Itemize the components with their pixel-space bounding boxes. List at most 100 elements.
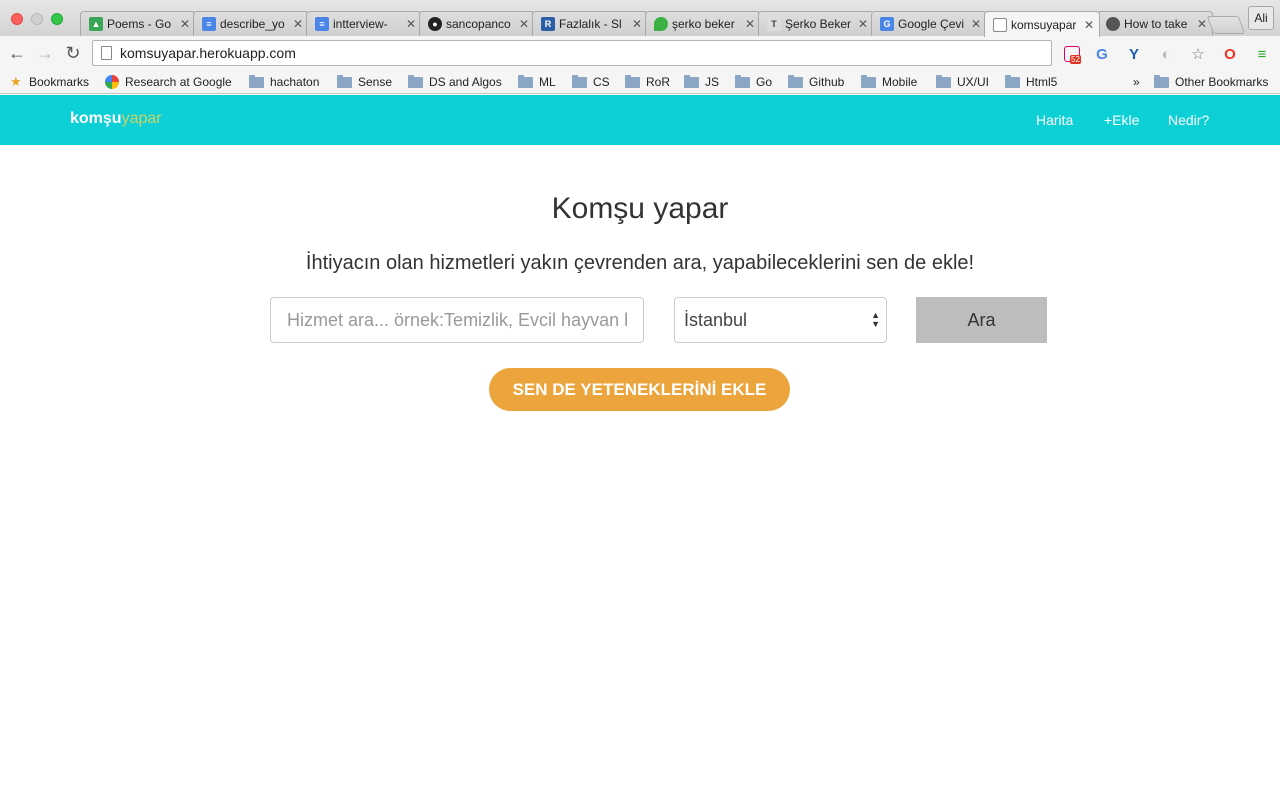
tab-title: şerko beker (672, 17, 735, 31)
bookmark-folder[interactable]: CS (572, 73, 610, 91)
google-docs-icon: ≡ (315, 17, 329, 31)
city-selected-value: İstanbul (684, 309, 748, 330)
google-docs-icon: ≡ (202, 17, 216, 31)
window-maximize-button[interactable] (51, 13, 63, 25)
browser-tab[interactable]: ● sancopanco ✕ (419, 11, 535, 36)
close-tab-icon[interactable]: ✕ (744, 17, 756, 31)
bookmarks-overflow-button[interactable]: » (1133, 73, 1140, 91)
folder-icon (735, 74, 750, 88)
bookmark-folder[interactable]: hachaton (249, 73, 319, 91)
nav-link-nedir[interactable]: Nedir? (1168, 112, 1209, 128)
window-minimize-button[interactable] (31, 13, 43, 25)
calendar-badge: 52 (1070, 55, 1081, 64)
tab-title: Poems - Go (107, 17, 172, 31)
bookmark-item[interactable]: ★ Bookmarks (10, 73, 89, 91)
bookmark-folder[interactable]: Go (735, 73, 772, 91)
select-arrows-icon: ▲ ▼ (871, 310, 880, 329)
nav-link-harita[interactable]: Harita (1036, 112, 1073, 128)
apple-icon (1106, 17, 1120, 31)
close-tab-icon[interactable]: ✕ (970, 17, 982, 31)
bookmark-folder[interactable]: UX/UI (936, 73, 989, 91)
site-navbar: komşuyapar Harita +Ekle Nedir? (0, 95, 1280, 145)
r-logo-icon: R (541, 17, 555, 31)
bookmark-folder[interactable]: RoR (625, 73, 670, 91)
google-translate-icon: G (880, 17, 894, 31)
profile-button[interactable]: Ali (1248, 6, 1274, 30)
tab-title: How to take (1124, 17, 1188, 31)
brand-part-2: yapar (121, 110, 162, 127)
close-tab-icon[interactable]: ✕ (857, 17, 869, 31)
address-bar[interactable]: komsuyapar.herokuapp.com (92, 40, 1052, 66)
bookmark-label: Mobile (882, 75, 918, 89)
close-tab-icon[interactable]: ✕ (1083, 18, 1095, 32)
close-tab-icon[interactable]: ✕ (292, 17, 304, 31)
browser-tab-strip: ▲ Poems - Go ✕ ≡ describe_yo ✕ ≡ intterv… (0, 0, 1280, 37)
folder-icon (249, 74, 264, 88)
page-subtitle: İhtiyacın olan hizmetleri yakın çevrende… (305, 252, 975, 274)
bookmark-label: Html5 (1026, 75, 1058, 89)
forward-arrow-icon[interactable]: → (34, 42, 56, 64)
search-button[interactable]: Ara (916, 297, 1047, 343)
browser-toolbar: ← → ↻ komsuyapar.herokuapp.com 52 G Y ◐ … (0, 36, 1280, 70)
bookmark-star-icon[interactable]: ☆ (1188, 44, 1208, 64)
bookmark-folder[interactable]: Mobile (861, 73, 917, 91)
close-tab-icon[interactable]: ✕ (1196, 17, 1208, 31)
star-icon: ★ (10, 74, 22, 89)
browser-tab[interactable]: ≡ intterview- ✕ (306, 11, 422, 36)
add-skills-button[interactable]: SEN DE YETENEKLERİNİ EKLE (489, 368, 790, 411)
tab-title: Şerko Beker (785, 17, 852, 31)
tab-title: describe_yo (220, 17, 285, 31)
bookmark-folder[interactable]: Github (788, 73, 844, 91)
brand-logo[interactable]: komşuyapar (70, 110, 162, 128)
browser-tab-active[interactable]: komsuyapar ✕ (984, 11, 1100, 37)
tab-title: sancopanco (446, 17, 511, 31)
menu-icon[interactable]: ≡ (1252, 44, 1272, 64)
window-close-button[interactable] (11, 13, 23, 25)
bookmark-label: RoR (646, 75, 671, 89)
bookmark-label: Other Bookmarks (1175, 75, 1269, 89)
opera-extension-icon[interactable]: O (1220, 44, 1240, 64)
browser-tab[interactable]: ≡ describe_yo ✕ (193, 11, 309, 36)
back-arrow-icon[interactable]: ← (6, 42, 28, 64)
bookmark-folder[interactable]: Html5 (1005, 73, 1057, 91)
bookmark-folder[interactable]: Sense (337, 73, 392, 91)
close-tab-icon[interactable]: ✕ (518, 17, 530, 31)
folder-icon (788, 74, 803, 88)
other-bookmarks-folder[interactable]: Other Bookmarks (1154, 73, 1268, 91)
drop-icon (654, 17, 668, 31)
folder-icon (408, 74, 423, 88)
bookmark-label: Bookmarks (29, 75, 90, 89)
bookmark-label: Research at Google (125, 75, 232, 89)
tab-title: Google Çevi (898, 17, 965, 31)
calendar-extension-icon[interactable]: 52 (1062, 44, 1082, 64)
nav-link-ekle[interactable]: +Ekle (1104, 112, 1139, 128)
browser-tab[interactable]: R Fazlalık - Sl ✕ (532, 11, 648, 36)
new-tab-button[interactable] (1206, 16, 1246, 34)
bookmark-label: hachaton (270, 75, 320, 89)
bookmark-folder[interactable]: JS (684, 73, 719, 91)
bookmark-folder[interactable]: ML (518, 73, 556, 91)
browser-tab[interactable]: ▲ Poems - Go ✕ (80, 11, 196, 36)
url-text: komsuyapar.herokuapp.com (120, 45, 296, 61)
close-tab-icon[interactable]: ✕ (179, 17, 191, 31)
bookmark-label: CS (593, 75, 610, 89)
page-icon (993, 17, 1007, 32)
tab-title: intterview- (333, 17, 388, 31)
reload-icon[interactable]: ↻ (62, 42, 84, 64)
browser-tab[interactable]: şerko beker ✕ (645, 11, 761, 36)
folder-icon (625, 74, 640, 88)
sync-extension-icon[interactable]: ◐ (1156, 44, 1176, 64)
y-extension-icon[interactable]: Y (1124, 44, 1144, 64)
city-select[interactable]: İstanbul ▲ ▼ (674, 297, 887, 343)
folder-icon (518, 74, 533, 88)
bookmark-folder[interactable]: DS and Algos (408, 73, 502, 91)
browser-tab[interactable]: G Google Çevi ✕ (871, 11, 987, 36)
browser-tab[interactable]: T Şerko Beker ✕ (758, 11, 874, 36)
bookmark-label: JS (705, 75, 720, 89)
close-tab-icon[interactable]: ✕ (631, 17, 643, 31)
close-tab-icon[interactable]: ✕ (405, 17, 417, 31)
service-search-input[interactable] (270, 297, 644, 343)
bookmark-item[interactable]: Research at Google (105, 73, 232, 91)
google-translate-extension-icon[interactable]: G (1092, 44, 1112, 64)
browser-tab[interactable]: How to take ✕ (1097, 11, 1213, 36)
